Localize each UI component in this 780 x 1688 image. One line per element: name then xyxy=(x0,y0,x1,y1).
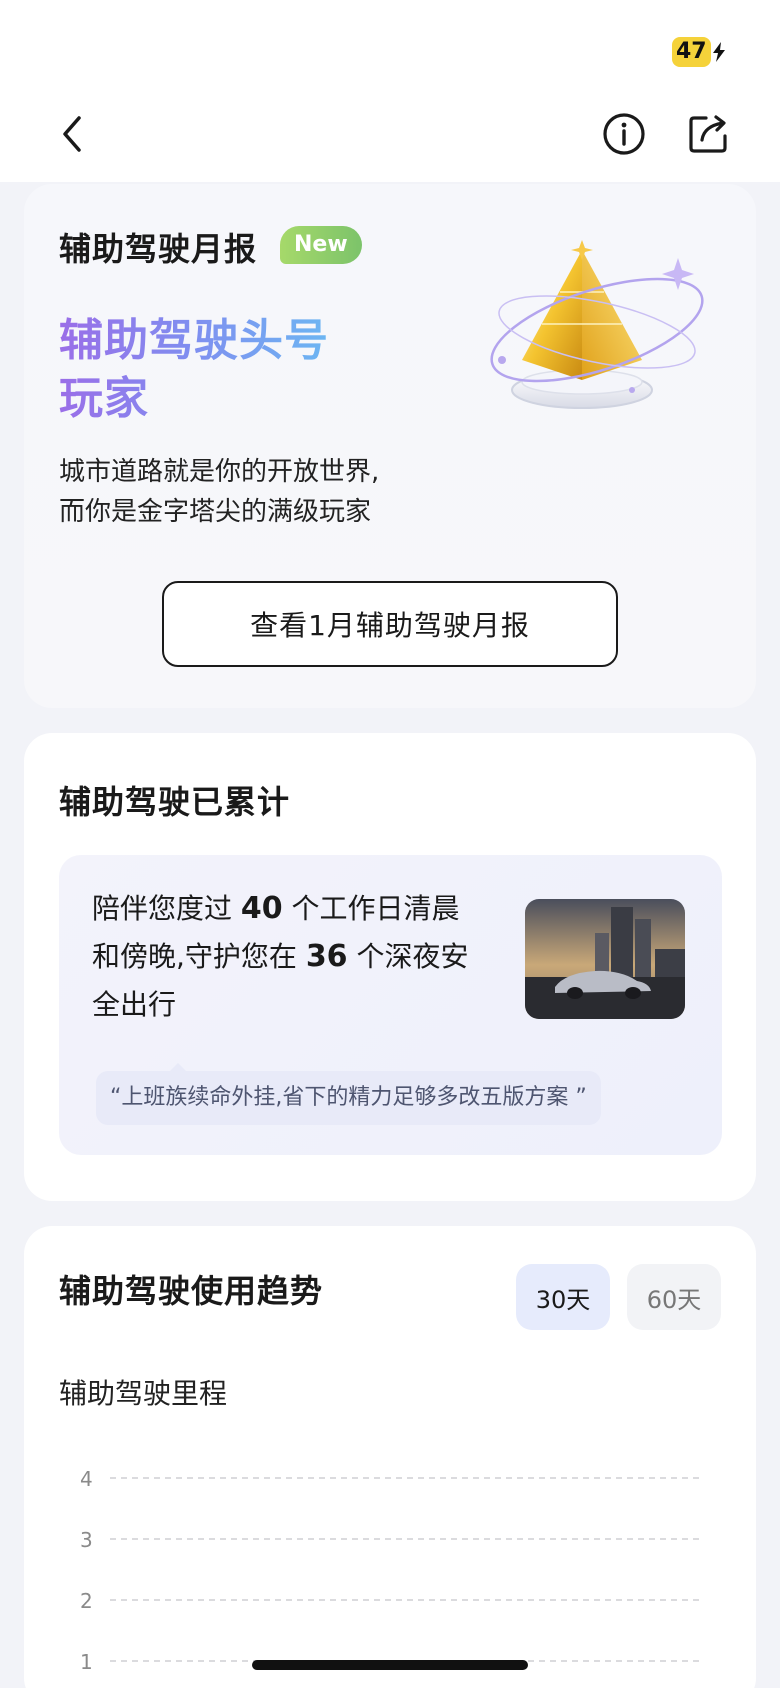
battery-level: 47 xyxy=(672,37,711,67)
view-monthly-report-button[interactable]: 查看1月辅助驾驶月报 xyxy=(162,581,618,667)
description-line-2: 而你是金字塔尖的满级玩家 xyxy=(59,497,372,527)
usage-trend-card: 辅助驾驶使用趋势 30天 60天 辅助驾驶里程 4 3 2 1 xyxy=(24,1226,756,1688)
monthly-report-card: 辅助驾驶月报 New 辅助驾驶头号 玩家 城市道路就是你的开放世界, 而你是金字… xyxy=(24,184,756,708)
crystal-pyramid-icon xyxy=(490,240,704,409)
share-button[interactable] xyxy=(680,106,736,162)
usage-trend-title: 辅助驾驶使用趋势 xyxy=(59,1272,324,1310)
quote-bubble: “上班族续命外挂,省下的精力足够多改五版方案 ” xyxy=(96,1071,601,1125)
y-tick-label: 3 xyxy=(80,1528,93,1552)
late-nights-count: 36 xyxy=(305,939,348,974)
new-badge: New xyxy=(280,226,362,264)
y-tick-label: 1 xyxy=(80,1650,93,1674)
cumulative-summary-box: 陪伴您度过 40 个工作日清晨和傍晚,守护您在 36 个深夜安全出行 “上班族续… xyxy=(59,855,722,1155)
cumulative-stats-text: 陪伴您度过 40 个工作日清晨和傍晚,守护您在 36 个深夜安全出行 xyxy=(92,885,482,1029)
mileage-chart: 4 3 2 1 xyxy=(80,1467,704,1674)
status-bar: 47 xyxy=(0,0,780,100)
player-headline: 辅助驾驶头号 玩家 xyxy=(59,312,329,428)
car-city-photo xyxy=(525,899,685,1019)
monthly-report-title: 辅助驾驶月报 xyxy=(59,230,258,268)
mileage-label: 辅助驾驶里程 xyxy=(59,1377,228,1410)
share-icon xyxy=(689,115,727,153)
report-description: 城市道路就是你的开放世界, 而你是金字塔尖的满级玩家 xyxy=(59,452,379,532)
info-button[interactable] xyxy=(596,106,652,162)
headline-line-2: 玩家 xyxy=(59,373,149,424)
home-indicator[interactable] xyxy=(252,1660,528,1670)
description-line-1: 城市道路就是你的开放世界, xyxy=(59,457,380,487)
workdays-count: 40 xyxy=(240,891,283,926)
assisted-driving-page: 47 辅助驾驶月报 New 辅助驾驶头号 玩家 城市道路就是你的开放世界, 而你… xyxy=(0,0,780,1688)
tab-30-days[interactable]: 30天 xyxy=(516,1264,610,1330)
battery-indicator: 47 xyxy=(672,36,725,68)
info-icon xyxy=(603,113,645,155)
cumulative-card: 辅助驾驶已累计 陪伴您度过 40 个工作日清晨和傍晚,守护您在 36 个深夜安全… xyxy=(24,733,756,1201)
cumulative-title: 辅助驾驶已累计 xyxy=(59,783,291,821)
charging-bolt-icon xyxy=(713,42,725,62)
back-button[interactable] xyxy=(44,106,100,162)
headline-line-1: 辅助驾驶头号 xyxy=(59,315,329,366)
chevron-left-icon xyxy=(63,116,81,152)
stats-text-part-1: 陪伴您度过 xyxy=(92,892,241,925)
y-tick-label: 2 xyxy=(80,1589,93,1613)
y-tick-label: 4 xyxy=(80,1467,93,1491)
navigation-bar xyxy=(0,100,780,182)
tab-60-days[interactable]: 60天 xyxy=(627,1264,721,1330)
